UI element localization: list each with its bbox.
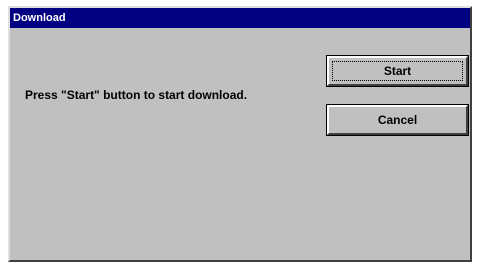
dialog-title: Download [10,8,470,28]
cancel-button-label: Cancel [377,112,418,127]
cancel-button[interactable]: Cancel [326,104,469,136]
download-instruction-text: Press "Start" button to start download. [25,88,248,102]
start-button-label: Start [383,63,412,78]
start-button[interactable]: Start [326,55,469,87]
download-dialog: Download Press "Start" button to start d… [8,6,472,262]
